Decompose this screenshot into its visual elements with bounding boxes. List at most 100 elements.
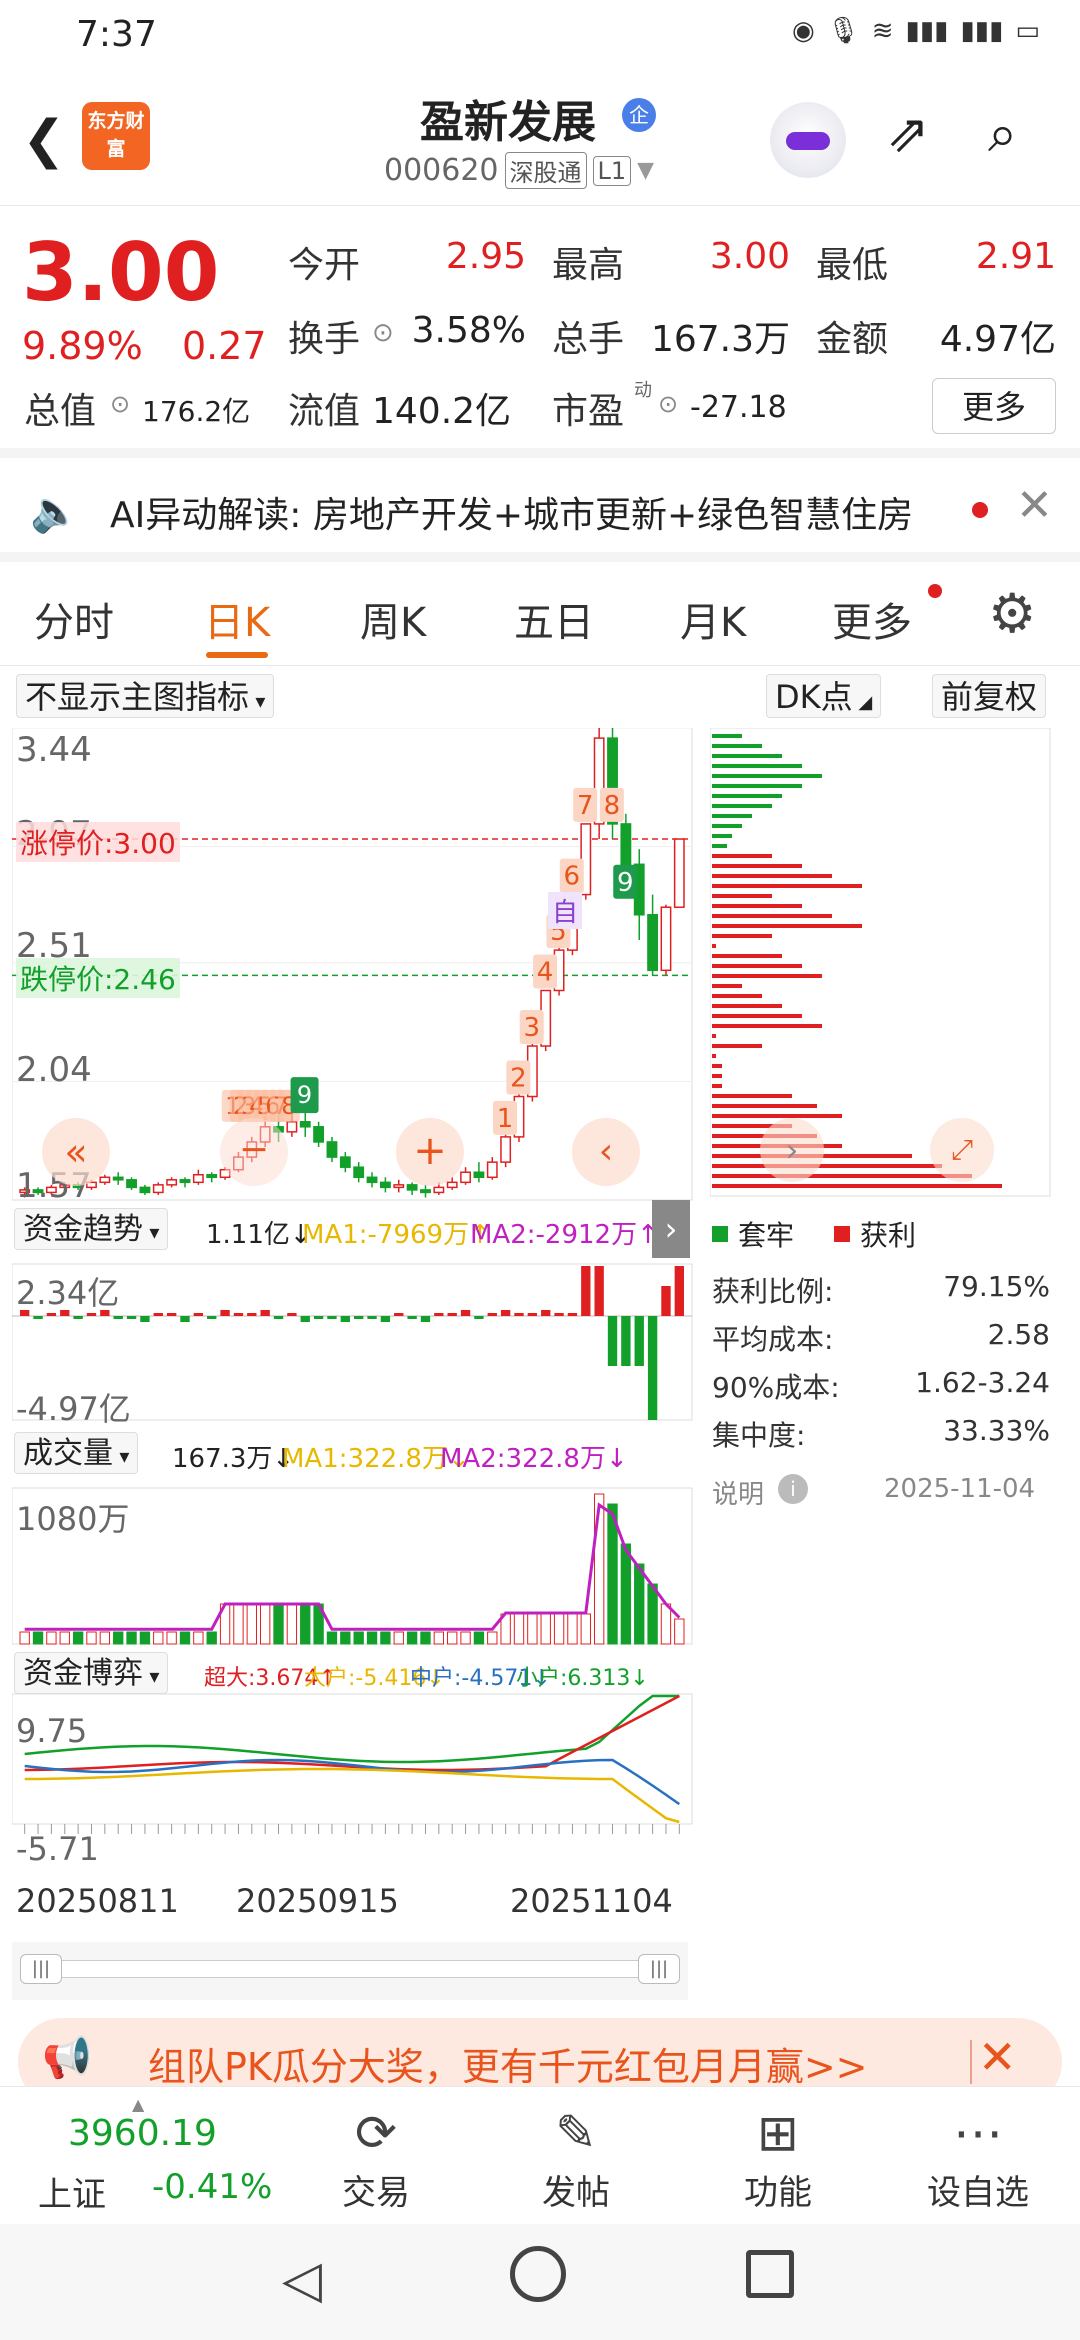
volume-bar [179,1631,191,1645]
info-icon[interactable]: ⊙ [372,318,394,348]
nav-add-watchlist[interactable]: ⋯ 设自选 [908,2101,1048,2214]
trend-bar [567,1313,578,1316]
nav-post-label: 发帖 [542,2173,610,2213]
change-percent: 9.89% [22,324,143,368]
volume-bar [634,1563,645,1645]
volume-bar [674,1618,685,1645]
candle-body [446,1181,458,1189]
more-circle-icon: ⋯ [953,2104,1003,2162]
edit-icon: ✎ [555,2104,597,2162]
chip-bar [712,904,802,908]
main-indicator-select[interactable]: 不显示主图指标 ▾ [16,674,275,718]
back-triangle-icon[interactable]: ◁ [282,2250,322,2310]
chevron-right-icon[interactable]: › [760,1118,824,1182]
game-line-0 [24,1694,680,1764]
fullscreen-icon[interactable]: ⤢ [930,1118,994,1182]
trend-bar [420,1316,431,1322]
low-value: 2.91 [975,236,1056,277]
assistant-avatar[interactable] [770,102,846,178]
volume-bar [420,1631,431,1645]
zoom-in-icon[interactable]: + [396,1118,464,1186]
game-ymin: -5.71 [16,1830,99,1868]
tab-more[interactable]: 更多 [832,590,912,648]
tab-five-day[interactable]: 五日 [514,590,594,648]
capital-trend-ma2: MA2:-2912万↑ [470,1220,659,1250]
back-icon[interactable]: ❮ [22,110,66,170]
info-icon[interactable]: ⊙ [110,390,130,418]
capital-trend-value: 1.11亿↓ [206,1220,312,1250]
avg-cost-label: 平均成本: [712,1323,834,1356]
tab-weekly-k[interactable]: 周K [360,590,426,648]
capital-trend-ma1: MA1:-7969万↑ [302,1220,491,1250]
td-marker-label: 9 [617,868,634,898]
tab-monthly-k[interactable]: 月K [680,590,746,648]
recents-icon[interactable] [746,2250,794,2298]
trend-bar [153,1313,163,1316]
index-name[interactable]: 上证 [38,2167,106,2216]
trend-bar [300,1316,310,1322]
adjust-select[interactable]: 前复权 [932,674,1047,718]
capital-trend-select[interactable]: 资金趋势 ▾ [14,1208,169,1250]
volume-bar [246,1603,257,1645]
range-slider[interactable] [20,1960,680,1978]
info-icon[interactable]: i [778,1474,808,1504]
close-icon[interactable]: ✕ [1016,480,1053,531]
explain-link[interactable]: 说明 [712,1474,764,1511]
date-label-2: 20250915 [236,1882,399,1920]
share-icon[interactable]: ⇗ [886,104,930,164]
volume-bar [540,1613,551,1645]
volume-select[interactable]: 成交量 ▾ [14,1432,139,1474]
trend-bar [180,1316,190,1322]
slider-handle-left[interactable]: ||| [20,1954,62,1984]
ai-insight-text[interactable]: AI异动解读: 房地产开发+城市更新+绿色智慧住房 [110,486,960,538]
volume-bar [32,1631,44,1645]
volume-bar [126,1631,137,1645]
nav-post[interactable]: ✎ 发帖 [506,2101,646,2214]
volume-bar [406,1631,418,1645]
volume-bar [433,1631,445,1645]
settings-icon[interactable]: ⚙ [988,582,1036,645]
stock-chart[interactable]: 123456789123456789 [12,728,694,1948]
trend-bar [434,1313,444,1316]
promo-text[interactable]: 组队PK瓜分大奖，更有千元红包月月赢>> [148,2036,868,2091]
candle-body [126,1179,137,1189]
candle-body [313,1126,325,1143]
trend-bar [273,1316,284,1319]
index-change[interactable]: -0.41% [152,2167,272,2207]
level-tag: L1 [592,155,632,186]
volume-bar [393,1631,404,1645]
ai-insight-bar[interactable]: 🔈 AI异动解读: 房地产开发+城市更新+绿色智慧住房 ✕ [0,458,1080,562]
info-icon[interactable]: ⊙ [658,390,678,418]
nav-function[interactable]: ⊞ 功能 [708,2101,848,2214]
rewind-icon[interactable]: « [42,1118,110,1186]
expand-arrow-icon[interactable]: › [652,1200,690,1258]
game-line-3 [24,1767,680,1824]
capital-game-select[interactable]: 资金博弈 ▾ [14,1652,169,1694]
home-icon[interactable] [510,2246,566,2302]
prev-icon[interactable]: ‹ [572,1118,640,1186]
zoom-out-icon[interactable]: − [220,1118,288,1186]
tab-intraday[interactable]: 分时 [34,590,114,648]
chip-bar [712,1014,802,1018]
search-icon[interactable]: ⌕ [988,104,1017,165]
trend-bar [500,1310,511,1316]
candle-body [660,906,672,972]
volume-bar [259,1603,271,1645]
concentration-label: 集中度: [712,1419,806,1452]
index-value[interactable]: 3960.19 [68,2113,217,2154]
chip-bar [712,814,752,818]
more-button[interactable]: 更多 [932,378,1056,434]
nav-trade[interactable]: ⟳ 交易 [306,2101,446,2214]
candle-body [166,1179,178,1186]
trend-ymin: -4.97亿 [16,1390,131,1428]
candle-body [460,1171,471,1184]
slider-handle-right[interactable]: ||| [638,1954,680,1984]
trend-bar [394,1313,404,1316]
cost90-value: 1.62-3.24 [915,1366,1050,1399]
close-icon[interactable]: ✕ [978,2030,1017,2084]
dk-point-select[interactable]: DK点 ◢ [766,674,882,718]
dropdown-icon[interactable]: ▼ [637,158,654,183]
tab-daily-k[interactable]: 日K [204,590,270,648]
auto-signal-label: 自 [548,892,583,929]
candle-body [99,1176,111,1184]
